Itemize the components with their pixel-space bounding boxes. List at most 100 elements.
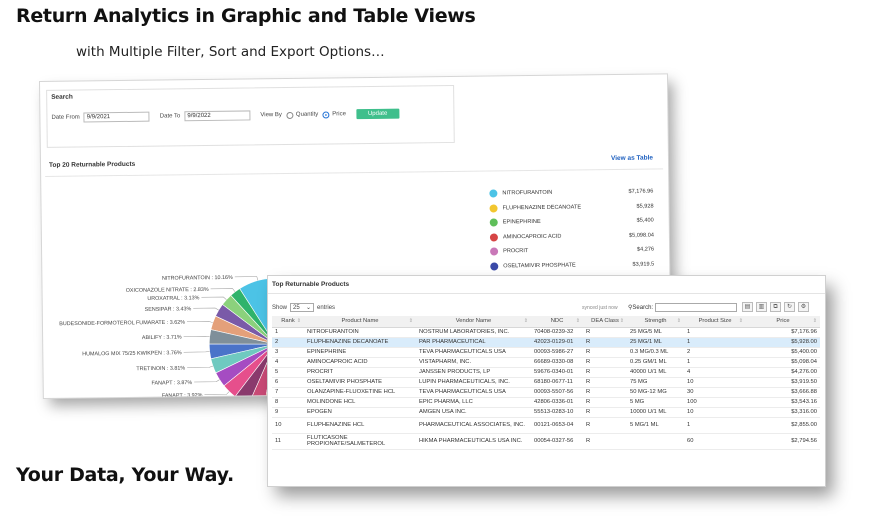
column-header[interactable]: DEA Class ⇕ (583, 316, 627, 328)
table-cell: 100 (684, 397, 746, 408)
table-cell: AMGEN USA INC. (416, 407, 531, 418)
table-cell: $5,098.04 (746, 357, 820, 368)
price-radio[interactable] (322, 110, 330, 119)
slice-leader-line (194, 379, 220, 383)
column-header[interactable]: NDC ⇕ (531, 316, 583, 328)
legend-item[interactable]: OSELTAMIVIR PHOSPHATE $3,919.5 (490, 257, 654, 274)
table-row[interactable]: 9 EPOGEN AMGEN USA INC. 55513-0283-10 R 10000… (272, 407, 820, 418)
table-cell: 4 (684, 367, 746, 378)
table-cell: 25 MG/5 ML (627, 327, 684, 338)
table-cell: 1 (684, 357, 746, 368)
table-cell: R (583, 327, 627, 338)
export-toolbar: ▤ ▥ ⧉ ↻ ⚙ (742, 302, 809, 312)
table-row[interactable]: 8 MOLINDONE HCL EPIC PHARMA, LLC 42806-0336… (272, 397, 820, 408)
table-cell: LUPIN PHARMACEUTICALS, INC. (416, 377, 531, 388)
export-excel-icon[interactable]: ▤ (742, 302, 753, 312)
legend-swatch (490, 247, 499, 256)
table-row[interactable]: 7 OLANZAPINE-FLUOXETINE HCL TEVA PHARMACEU… (272, 387, 820, 398)
table-cell: $5,400.00 (746, 347, 820, 358)
sort-icon: ⇕ (408, 318, 413, 325)
column-header-label: Strength (644, 318, 667, 325)
slice-label: BUDESONIDE-FORMOTEROL FUMARATE : 3.62% (59, 320, 185, 328)
table-cell: $3,543.16 (746, 397, 820, 408)
chart-title: Top 20 Returnable Products (48, 160, 136, 169)
table-row[interactable]: 5 PROCRIT JANSSEN PRODUCTS, LP 59676-0340-0… (272, 367, 820, 378)
table-cell: 10 (684, 407, 746, 418)
legend-label: PROCRIT (503, 248, 529, 255)
column-header[interactable]: Rank ⇕ (272, 316, 304, 328)
column-header-label: Product Size (698, 318, 732, 325)
legend-swatch (489, 189, 498, 198)
table-row[interactable]: 4 AMINOCAPROIC ACID VISTAPHARM, INC. 66689-… (272, 357, 820, 368)
table-cell: 3 (272, 347, 304, 358)
date-to-input[interactable]: 9/9/2022 (184, 110, 251, 122)
legend-label: NITROFURANTOIN (502, 189, 553, 197)
view-by-label: View By (260, 112, 282, 119)
column-header[interactable]: Price ⇕ (746, 316, 820, 328)
gear-icon[interactable]: ⚙ (798, 302, 809, 312)
table-cell: TEVA PHARMACEUTICALS USA (416, 347, 531, 358)
table-cell: FLUTICASONE PROPIONATE/SALMETEROL (304, 433, 416, 450)
table-cell: 6 (272, 377, 304, 388)
table-cell: 2 (272, 337, 304, 348)
table-cell: PROCRIT (304, 367, 416, 378)
date-from-input[interactable]: 9/9/2021 (83, 111, 150, 123)
table-cell: $3,666.88 (746, 387, 820, 398)
refresh-icon[interactable]: ↻ (784, 302, 795, 312)
table-row[interactable]: 1 NITROFURANTOIN NOSTRUM LABORATORIES, INC… (272, 327, 820, 338)
table-row[interactable]: 6 OSELTAMIVIR PHOSPHATE LUPIN PHARMACEUTIC… (272, 377, 820, 388)
table-cell: 1 (684, 417, 746, 434)
sort-icon: ⇕ (676, 318, 681, 325)
copy-icon[interactable]: ⧉ (770, 302, 781, 312)
table-row[interactable]: 3 EPINEPHRINE TEVA PHARMACEUTICALS USA 0009… (272, 347, 820, 358)
table-cell: 8 (272, 397, 304, 408)
table-cell: $2,794.56 (746, 433, 820, 450)
date-to-label: Date To (159, 113, 181, 120)
table-cell: R (583, 377, 627, 388)
table-cell: 7 (272, 387, 304, 398)
table-cell: 00054-0327-56 (531, 433, 583, 450)
column-header-label: Price (776, 318, 790, 325)
entries-value: 25 (293, 304, 300, 311)
table-row[interactable]: 10 FLUPHENAZINE HCL PHARMACEUTICAL ASSOCIA… (272, 417, 820, 434)
legend-value: $5,400 (636, 217, 654, 224)
table-cell: PHARMACEUTICAL ASSOCIATES, INC. (416, 417, 531, 434)
view-as-table-link[interactable]: View as Table (611, 155, 653, 163)
table-cell: EPINEPHRINE (304, 347, 416, 358)
table-cell: 66689-0330-08 (531, 357, 583, 368)
legend-label: AMINOCAPROIC ACID (502, 233, 562, 241)
export-pdf-icon[interactable]: ▥ (756, 302, 767, 312)
table-cell: 00093-5507-56 (531, 387, 583, 398)
update-button[interactable]: Update (355, 108, 400, 120)
slice-label: UROXATRAL : 3.13% (147, 295, 199, 302)
slice-leader-line (210, 288, 236, 292)
table-row[interactable]: 11 FLUTICASONE PROPIONATE/SALMETEROL HIKMA… (272, 433, 820, 450)
table-cell: $4,276.00 (746, 367, 820, 378)
page-heading: Return Analytics in Graphic and Table Vi… (16, 5, 476, 27)
table-cell: 5 MG/1 ML (627, 417, 684, 434)
slice-label: HUMALOG MIX 75/25 KWIKPEN : 3.76% (82, 350, 182, 357)
table-row[interactable]: 2 FLUPHENAZINE DECANOATE PAR PHARMACEUTICA… (272, 337, 820, 348)
legend-value: $3,919.5 (632, 261, 655, 268)
column-header[interactable]: Vendor Name ⇕ (416, 316, 531, 328)
sync-status: synced just now (582, 305, 618, 311)
slice-label: ABILIFY : 3.71% (142, 335, 182, 341)
column-header[interactable]: Product Name ⇕ (304, 316, 416, 328)
table-cell: 68180-0677-11 (531, 377, 583, 388)
legend-label: OSELTAMIVIR PHOSPHATE (503, 262, 576, 270)
sort-icon: ⇕ (575, 318, 580, 325)
table-cell: 1 (272, 327, 304, 338)
table-cell: $2,855.00 (746, 417, 820, 434)
search-input[interactable] (655, 303, 738, 312)
column-header[interactable]: Strength ⇕ (627, 316, 684, 328)
table-cell: 75 MG (627, 377, 684, 388)
table-cell: 42806-0336-01 (531, 397, 583, 408)
sort-icon: ⇕ (296, 318, 301, 325)
quantity-radio[interactable] (285, 111, 293, 119)
column-header-label: Rank (281, 318, 295, 325)
entries-select[interactable]: 25 ⌄ (290, 303, 315, 312)
column-header[interactable]: Product Size ⇕ (684, 316, 746, 328)
legend-swatch (489, 218, 498, 227)
table-cell: 10 (272, 417, 304, 434)
table-cell: 1 (684, 337, 746, 348)
